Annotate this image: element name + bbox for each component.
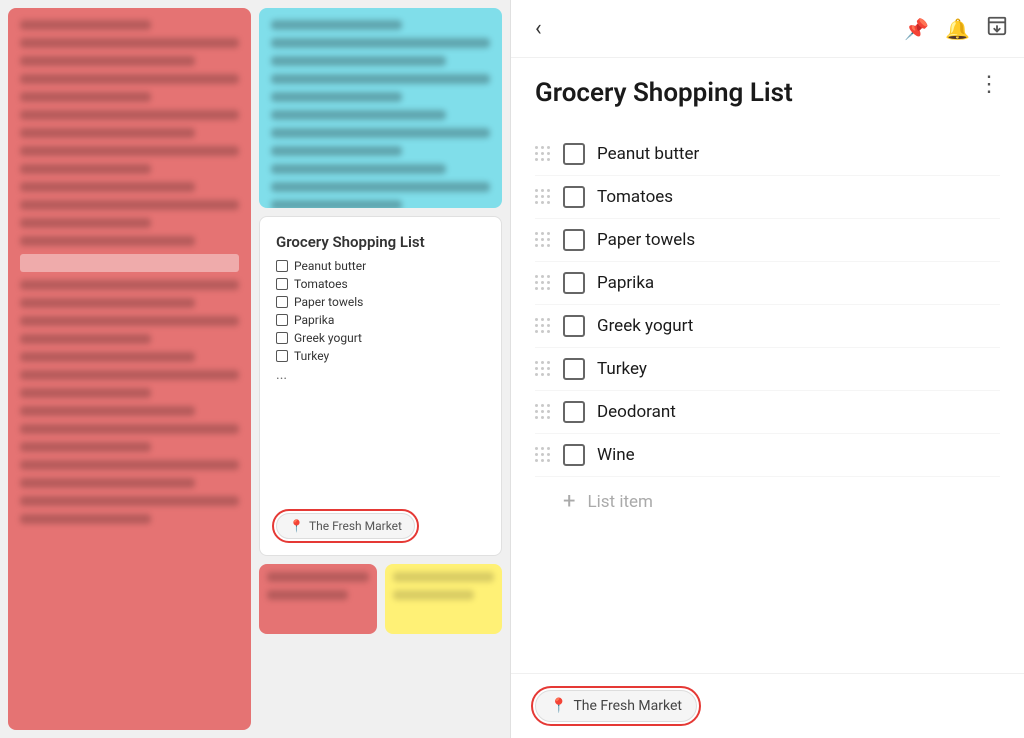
detail-footer: 📍 The Fresh Market bbox=[511, 673, 1024, 738]
grocery-list: Peanut butter Tomatoes Paper towel bbox=[535, 133, 1000, 526]
item-checkbox-5[interactable] bbox=[563, 358, 585, 380]
note-card-grocery-mini[interactable]: Grocery Shopping List Peanut butter Toma… bbox=[259, 216, 502, 556]
pin-icon-mini: 📍 bbox=[289, 519, 304, 533]
note-card-red-left[interactable] bbox=[8, 8, 251, 730]
reminder-header-icon[interactable]: 🔔 bbox=[945, 17, 970, 41]
item-checkbox-6[interactable] bbox=[563, 401, 585, 423]
back-button[interactable]: ‹ bbox=[527, 12, 550, 45]
item-checkbox-4[interactable] bbox=[563, 315, 585, 337]
item-text-2: Paper towels bbox=[597, 230, 1000, 250]
drag-handle[interactable] bbox=[535, 232, 551, 248]
item-text-5: Turkey bbox=[597, 359, 1000, 379]
archive-header-icon[interactable] bbox=[986, 15, 1008, 42]
pin-header-icon[interactable]: 📌 bbox=[904, 17, 929, 41]
item-checkbox-3[interactable] bbox=[563, 272, 585, 294]
mini-item-1: Tomatoes bbox=[276, 277, 485, 291]
item-checkbox-2[interactable] bbox=[563, 229, 585, 251]
note-card-red-bottom[interactable] bbox=[259, 564, 377, 634]
detail-location-text: The Fresh Market bbox=[573, 698, 682, 714]
item-text-0: Peanut butter bbox=[597, 144, 1000, 164]
mini-location-text: The Fresh Market bbox=[309, 519, 402, 533]
menu-dots-button[interactable]: ⋮ bbox=[978, 74, 1000, 96]
left-panel: Grocery Shopping List Peanut butter Toma… bbox=[0, 0, 510, 738]
mini-item-5: Turkey bbox=[276, 349, 485, 363]
mini-item-4: Greek yogurt bbox=[276, 331, 485, 345]
add-icon: + bbox=[563, 489, 575, 514]
mini-item-0: Peanut butter bbox=[276, 259, 485, 273]
note-card-yellow-bottom[interactable] bbox=[385, 564, 503, 634]
item-text-3: Paprika bbox=[597, 273, 1000, 293]
add-item-placeholder[interactable]: List item bbox=[587, 492, 652, 512]
drag-handle[interactable] bbox=[535, 318, 551, 334]
detail-title: Grocery Shopping List bbox=[535, 78, 793, 109]
mini-item-3: Paprika bbox=[276, 313, 485, 327]
item-text-1: Tomatoes bbox=[597, 187, 1000, 207]
title-row: Grocery Shopping List ⋮ bbox=[535, 78, 1000, 133]
list-item-row: Wine bbox=[535, 434, 1000, 477]
drag-handle[interactable] bbox=[535, 447, 551, 463]
detail-header: ‹ 📌 🔔 bbox=[511, 0, 1024, 58]
list-item-row: Paper towels bbox=[535, 219, 1000, 262]
item-checkbox-0[interactable] bbox=[563, 143, 585, 165]
detail-location-badge[interactable]: 📍 The Fresh Market bbox=[535, 690, 697, 722]
item-text-6: Deodorant bbox=[597, 402, 1000, 422]
list-item-row: Tomatoes bbox=[535, 176, 1000, 219]
list-item-row: Turkey bbox=[535, 348, 1000, 391]
item-checkbox-1[interactable] bbox=[563, 186, 585, 208]
item-text-4: Greek yogurt bbox=[597, 316, 1000, 336]
note-card-teal[interactable] bbox=[259, 8, 502, 208]
detail-content: Grocery Shopping List ⋮ Peanut butter bbox=[511, 58, 1024, 673]
list-item-row: Deodorant bbox=[535, 391, 1000, 434]
list-item-row: Greek yogurt bbox=[535, 305, 1000, 348]
right-panel: ‹ 📌 🔔 Grocery Shopping List ⋮ bbox=[510, 0, 1024, 738]
list-item-row: Peanut butter bbox=[535, 133, 1000, 176]
item-text-7: Wine bbox=[597, 445, 1000, 465]
mini-item-2: Paper towels bbox=[276, 295, 485, 309]
drag-handle[interactable] bbox=[535, 275, 551, 291]
mini-note-title: Grocery Shopping List bbox=[276, 233, 485, 251]
item-checkbox-7[interactable] bbox=[563, 444, 585, 466]
bottom-row bbox=[259, 564, 502, 634]
header-icons: 📌 🔔 bbox=[904, 15, 1008, 42]
mini-location-badge[interactable]: 📍 The Fresh Market bbox=[276, 513, 415, 539]
drag-handle[interactable] bbox=[535, 146, 551, 162]
pin-icon-detail: 📍 bbox=[550, 698, 567, 714]
drag-handle[interactable] bbox=[535, 361, 551, 377]
list-item-row: Paprika bbox=[535, 262, 1000, 305]
drag-handle[interactable] bbox=[535, 404, 551, 420]
drag-handle[interactable] bbox=[535, 189, 551, 205]
mini-ellipsis: ... bbox=[276, 367, 485, 383]
add-item-row[interactable]: + List item bbox=[535, 477, 1000, 526]
